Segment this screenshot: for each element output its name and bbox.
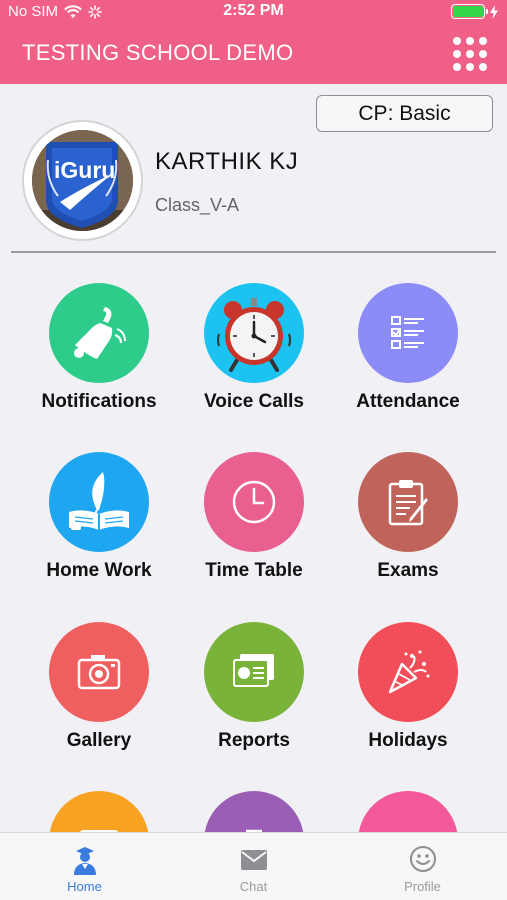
module-attendance[interactable]: Attendance — [333, 283, 483, 413]
bell-icon — [74, 307, 126, 359]
book-quill-icon — [69, 472, 129, 530]
tab-bar: Home Chat Profile — [0, 832, 507, 900]
app-screen: No SIM 2:52 PM TESTING SCHOOL DEMO CP: B… — [0, 0, 507, 900]
mail-icon — [240, 850, 267, 870]
module-label: Gallery — [66, 730, 132, 751]
module-label: Holidays — [368, 730, 448, 751]
battery-icon — [451, 4, 488, 19]
home-work-circle — [49, 452, 149, 552]
page-title: TESTING SCHOOL DEMO — [22, 40, 294, 65]
reports-circle — [204, 622, 304, 722]
module-label: Voice Calls — [204, 391, 304, 412]
module-label: Exams — [377, 560, 439, 581]
module-reports[interactable]: Reports — [179, 622, 329, 752]
clock-icon — [232, 480, 276, 524]
student-class: Class_V-A — [155, 195, 240, 215]
plan-button[interactable]: CP: Basic — [316, 95, 493, 132]
module-label: Attendance — [356, 391, 460, 412]
tab-label: Chat — [239, 879, 268, 894]
gallery-circle — [49, 622, 149, 722]
holidays-circle — [358, 622, 458, 722]
exams-circle — [358, 452, 458, 552]
module-notifications[interactable]: Notifications — [24, 283, 174, 413]
charging-bolt-icon — [490, 4, 498, 19]
module-exams[interactable]: Exams — [333, 452, 483, 582]
app-header: TESTING SCHOOL DEMO — [0, 24, 507, 84]
tab-home[interactable]: Home — [0, 833, 169, 900]
tab-chat[interactable]: Chat — [169, 833, 338, 900]
divider — [11, 251, 496, 253]
smiley-icon — [409, 846, 436, 872]
report-icon — [233, 654, 274, 687]
module-label: Reports — [218, 730, 290, 751]
checklist-icon — [391, 316, 424, 349]
notifications-circle — [49, 283, 149, 383]
status-right — [451, 4, 499, 19]
grid-menu-icon[interactable] — [453, 37, 487, 71]
party-popper-icon — [388, 650, 430, 694]
voice-calls-circle — [204, 283, 304, 383]
status-bar: No SIM 2:52 PM — [0, 0, 507, 24]
module-label: Home Work — [46, 560, 152, 581]
module-time-table[interactable]: Time Table — [179, 452, 329, 582]
time-table-circle — [204, 452, 304, 552]
module-gallery[interactable]: Gallery — [24, 622, 174, 752]
status-time: 2:52 PM — [223, 2, 284, 19]
tab-label: Profile — [404, 879, 441, 894]
attendance-circle — [358, 283, 458, 383]
alarm-clock-icon — [217, 298, 291, 372]
student-name: KARTHIK KJ — [155, 148, 299, 175]
module-label: Notifications — [41, 391, 157, 412]
student-icon — [73, 847, 96, 875]
module-holidays[interactable]: Holidays — [333, 622, 483, 752]
avatar-logo-text: iGuru — [54, 157, 116, 183]
module-label: Time Table — [205, 560, 303, 581]
clipboard-icon — [388, 480, 428, 526]
avatar[interactable]: iGuru — [22, 120, 143, 241]
module-home-work[interactable]: Home Work — [24, 452, 174, 582]
camera-icon — [77, 655, 121, 690]
module-voice-calls[interactable]: Voice Calls — [179, 283, 329, 413]
tab-profile[interactable]: Profile — [338, 833, 507, 900]
tab-label: Home — [67, 879, 102, 894]
